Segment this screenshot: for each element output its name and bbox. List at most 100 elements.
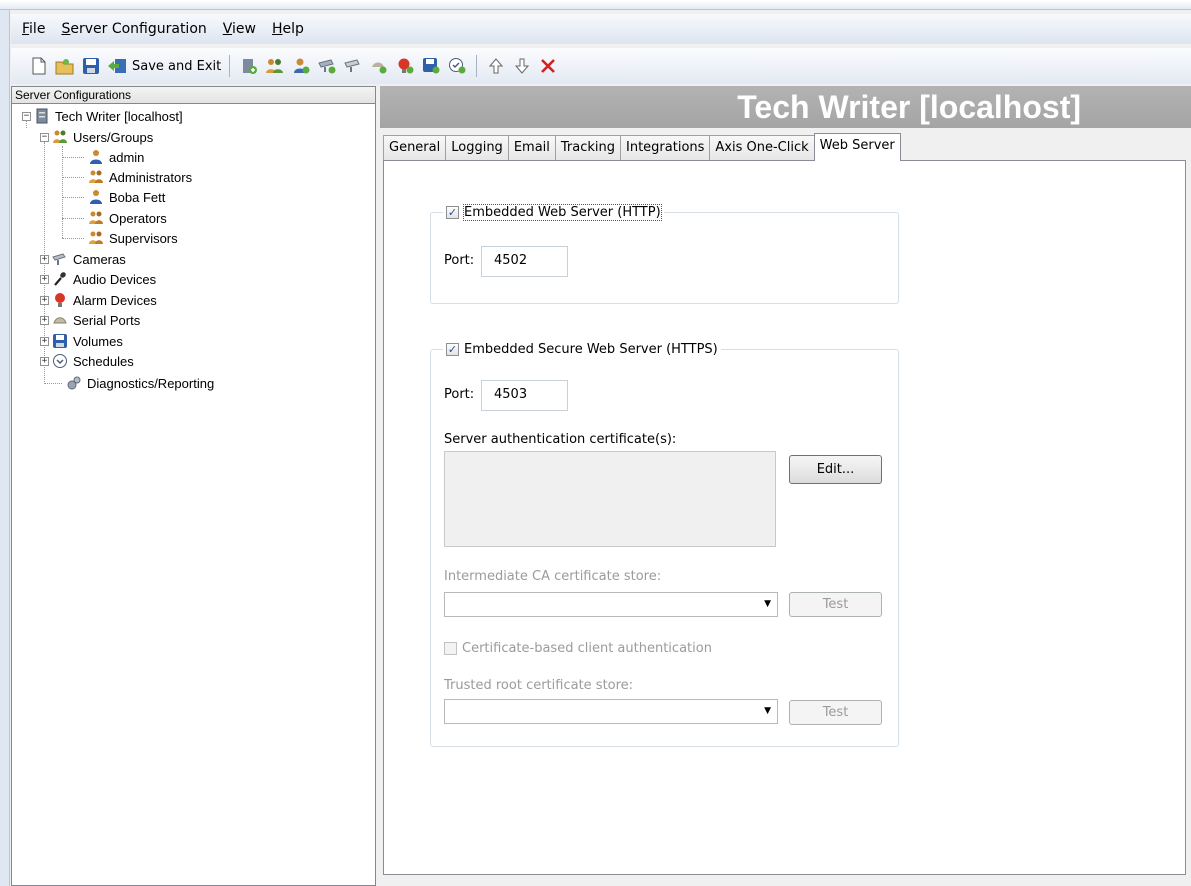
tree-item-label: Boba Fett (109, 189, 166, 205)
menu-server-configuration[interactable]: Server Configuration (61, 21, 206, 37)
https-enable-checkbox[interactable]: ✓ (446, 342, 459, 356)
expand-toggle[interactable]: + (40, 337, 49, 346)
expand-toggle[interactable]: + (40, 255, 49, 264)
menu-view[interactable]: View (223, 21, 256, 37)
tree-item-label: Tech Writer [localhost] (55, 108, 183, 124)
tree-item-label: Cameras (73, 251, 126, 267)
tab-integrations[interactable]: Integrations (620, 135, 711, 161)
tree-item-alarm-devices[interactable]: Alarm Devices (52, 290, 157, 310)
tree-item-schedules[interactable]: Schedules (52, 351, 134, 371)
remove-camera-icon[interactable] (342, 55, 364, 77)
tree-item-label: Volumes (73, 333, 123, 349)
delete-icon[interactable] (537, 55, 559, 77)
add-camera-icon[interactable] (316, 55, 338, 77)
tab-web-server[interactable]: Web Server (813, 133, 901, 161)
menu-help[interactable]: Help (272, 21, 304, 37)
tree-connector (62, 197, 84, 198)
server-cert-list[interactable] (444, 451, 776, 547)
server-cert-label: Server authentication certificate(s): (444, 432, 677, 447)
add-serial-port-icon[interactable] (368, 55, 390, 77)
users-groups-icon (52, 129, 68, 145)
add-volume-icon[interactable] (420, 55, 442, 77)
tree-item-label: Administrators (109, 169, 193, 185)
https-enable-label: Embedded Secure Web Server (HTTPS) (464, 341, 718, 357)
tree-item-group-administrators[interactable]: Administrators (88, 167, 192, 187)
add-user-icon[interactable] (290, 55, 312, 77)
test-intermediate-button[interactable]: Test (789, 592, 882, 617)
client-auth-row: Certificate-based client authentication (444, 641, 712, 656)
tree-item-group-operators[interactable]: Operators (88, 208, 167, 228)
toolbar-separator (476, 55, 478, 77)
trusted-root-select[interactable]: ▼ (444, 699, 778, 724)
toolbar: Save and Exit (11, 48, 1191, 84)
intermediate-ca-label: Intermediate CA certificate store: (444, 569, 662, 584)
expand-toggle[interactable]: + (40, 296, 49, 305)
group-icon (88, 210, 104, 226)
save-and-exit-button[interactable]: Save and Exit (132, 59, 221, 74)
group-icon (88, 169, 104, 185)
add-server-icon[interactable] (238, 55, 260, 77)
tree-item-diagnostics[interactable]: Diagnostics/Reporting (66, 373, 214, 393)
expand-toggle[interactable]: + (40, 275, 49, 284)
http-enable-label: Embedded Web Server (HTTP) (463, 203, 662, 221)
group-icon (88, 230, 104, 246)
tree-item-label: Operators (109, 210, 167, 226)
open-folder-icon[interactable] (54, 55, 76, 77)
tree-item-label: Diagnostics/Reporting (87, 375, 215, 391)
add-schedule-icon[interactable] (446, 55, 468, 77)
tree-item-volumes[interactable]: Volumes (52, 331, 123, 351)
window-frame-top (0, 0, 1191, 10)
schedule-icon (52, 353, 68, 369)
tab-axis-one-click[interactable]: Axis One-Click (709, 135, 815, 161)
tree-item-cameras[interactable]: Cameras (52, 249, 126, 269)
http-group-legend: ✓ Embedded Web Server (HTTP) (443, 202, 664, 222)
client-auth-label: Certificate-based client authentication (462, 641, 712, 656)
client-auth-checkbox[interactable] (444, 642, 457, 655)
intermediate-ca-select[interactable]: ▼ (444, 592, 778, 617)
tree-item-serial-ports[interactable]: Serial Ports (52, 310, 140, 330)
expand-toggle[interactable]: + (40, 357, 49, 366)
user-icon (88, 149, 104, 165)
tree-item-label: Serial Ports (73, 312, 141, 328)
dropdown-arrow-icon: ▼ (764, 706, 771, 716)
camera-icon (52, 251, 68, 267)
move-down-icon[interactable] (511, 55, 533, 77)
http-port-label: Port: (444, 253, 475, 268)
diagnostics-icon (66, 375, 82, 391)
save-and-exit-icon[interactable] (106, 55, 128, 77)
new-document-icon[interactable] (28, 55, 50, 77)
collapse-toggle[interactable]: − (22, 112, 31, 121)
tree-connector (62, 218, 84, 219)
tab-general[interactable]: General (383, 135, 447, 161)
tab-email[interactable]: Email (507, 135, 556, 161)
tree-item-server-root[interactable]: Tech Writer [localhost] (34, 106, 183, 126)
tree-item-label: Supervisors (109, 230, 178, 246)
expand-toggle[interactable]: + (40, 316, 49, 325)
tree-item-group-supervisors[interactable]: Supervisors (88, 228, 178, 248)
add-alarm-icon[interactable] (394, 55, 416, 77)
menu-file[interactable]: File (22, 21, 45, 37)
tree-connector (44, 383, 62, 384)
menu-bar: File Server Configuration View Help (11, 14, 1191, 44)
save-icon[interactable] (80, 55, 102, 77)
server-icon (34, 108, 50, 124)
toolbar-separator (229, 55, 231, 77)
tree-connector (62, 146, 63, 238)
tree-item-user-boba-fett[interactable]: Boba Fett (88, 187, 165, 207)
move-up-icon[interactable] (485, 55, 507, 77)
tree-item-users-groups[interactable]: Users/Groups (52, 127, 153, 147)
microphone-icon (52, 271, 68, 287)
http-enable-checkbox[interactable]: ✓ (446, 205, 459, 219)
http-port-input[interactable]: 4502 (481, 246, 568, 277)
tree-item-audio-devices[interactable]: Audio Devices (52, 269, 156, 289)
tree-item-label: Schedules (73, 353, 134, 369)
collapse-toggle[interactable]: − (40, 133, 49, 142)
https-group-legend: ✓ Embedded Secure Web Server (HTTPS) (443, 339, 721, 359)
edit-certificates-button[interactable]: Edit... (789, 455, 882, 484)
add-group-icon[interactable] (264, 55, 286, 77)
tab-tracking[interactable]: Tracking (554, 135, 622, 161)
tree-item-user-admin[interactable]: admin (88, 147, 144, 167)
test-trusted-root-button[interactable]: Test (789, 700, 882, 725)
tab-logging[interactable]: Logging (445, 135, 509, 161)
https-port-input[interactable]: 4503 (481, 380, 568, 411)
